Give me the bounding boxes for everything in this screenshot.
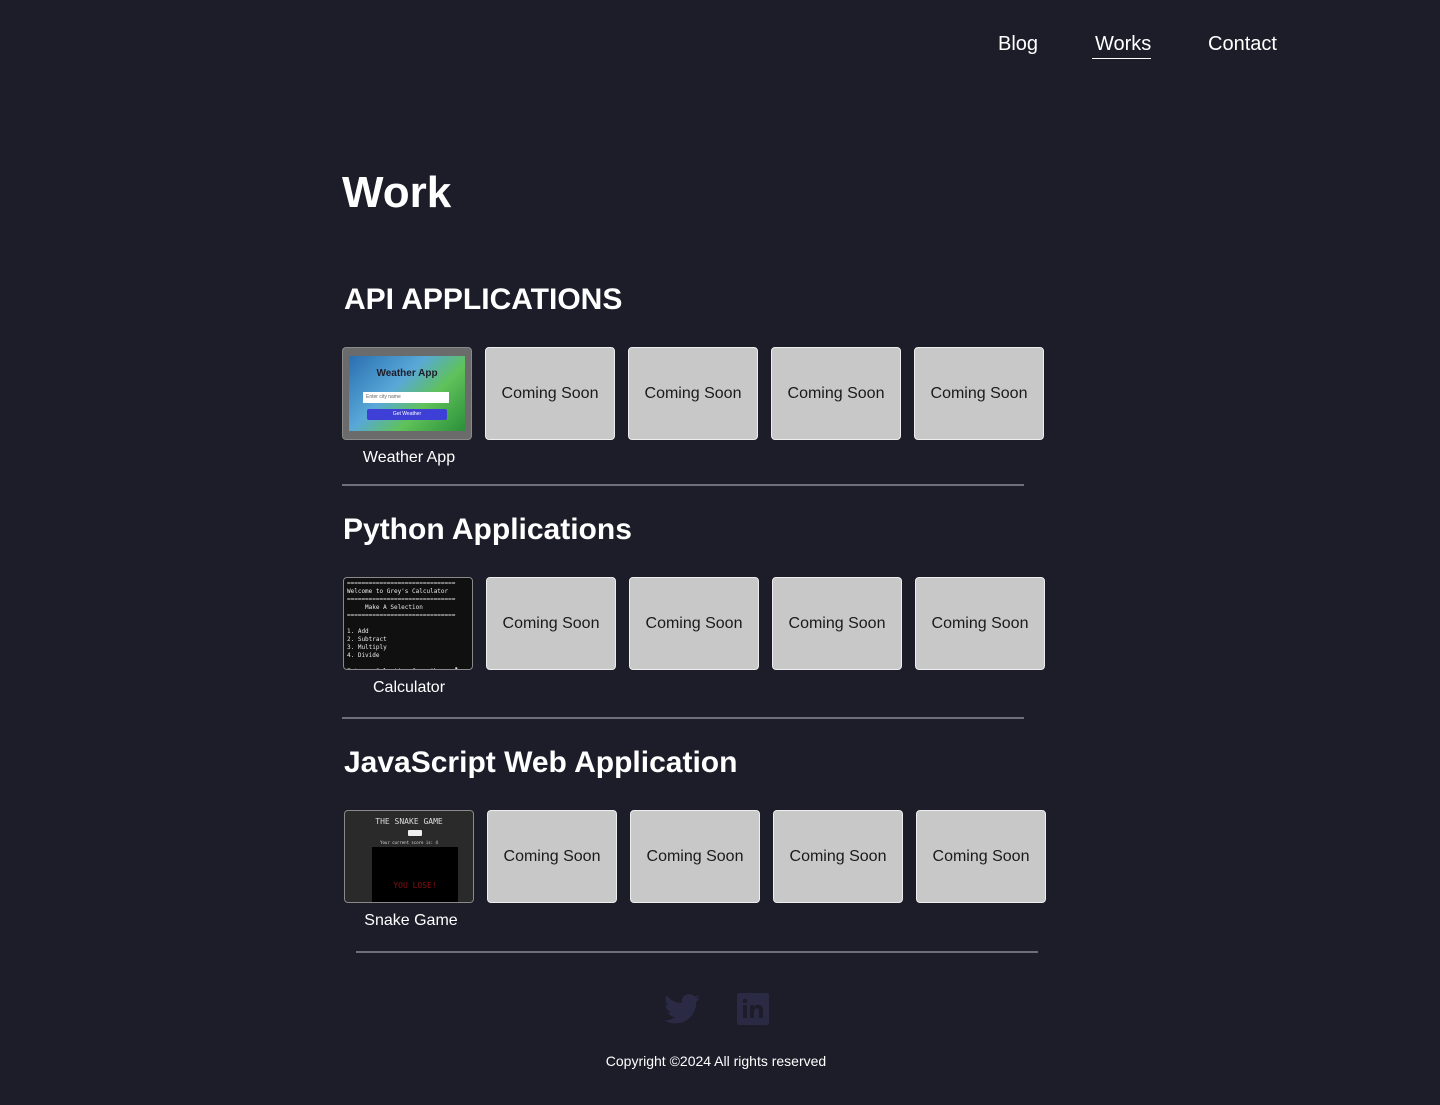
thumbnail-button: Get Weather xyxy=(367,409,447,420)
coming-soon-card[interactable]: Coming Soon xyxy=(630,810,760,903)
coming-soon-card[interactable]: Coming Soon xyxy=(487,810,617,903)
nav-active-underline xyxy=(1092,58,1151,59)
section-divider xyxy=(342,717,1024,719)
calculator-line: 3. Multiply xyxy=(347,644,387,651)
project-row-python: ============================== Welcome to… xyxy=(343,577,1063,673)
nav-link-blog[interactable]: Blog xyxy=(998,30,1038,58)
section-divider xyxy=(356,951,1038,953)
coming-soon-card[interactable]: Coming Soon xyxy=(916,810,1046,903)
calculator-line: Make A Selection xyxy=(347,604,423,611)
calculator-line: Enter a Selection from Above: ▌ xyxy=(347,668,469,669)
thumbnail-lose-text: YOU LOSE! xyxy=(393,881,437,890)
coming-soon-card[interactable]: Coming Soon xyxy=(914,347,1044,440)
linkedin-icon[interactable] xyxy=(737,993,769,1030)
calculator-line: 4. Divide xyxy=(347,652,380,659)
calculator-line: 2. Subtract xyxy=(347,636,387,643)
copyright-text: Copyright ©2024 All rights reserved xyxy=(605,1053,827,1069)
thumbnail-title: Weather App xyxy=(376,368,438,379)
calculator-line xyxy=(347,620,469,628)
calculator-line xyxy=(347,660,469,668)
weather-app-thumbnail: Weather App Enter city name Get Weather xyxy=(349,356,465,431)
project-caption-calculator[interactable]: Calculator xyxy=(343,678,475,698)
coming-soon-card[interactable]: Coming Soon xyxy=(773,810,903,903)
project-card-calculator[interactable]: ============================== Welcome to… xyxy=(343,577,473,670)
calculator-line: 1. Add xyxy=(347,628,369,635)
twitter-icon[interactable] xyxy=(664,993,700,1030)
section-divider xyxy=(342,484,1024,486)
thumbnail-canvas: YOU LOSE! xyxy=(372,847,458,902)
thumbnail-title: THE SNAKE GAME xyxy=(375,817,443,826)
snake-game-thumbnail: THE SNAKE GAME Your current score is: 4 … xyxy=(345,811,473,902)
calculator-line: Welcome to Grey's Calculator xyxy=(347,588,449,595)
coming-soon-card[interactable]: Coming Soon xyxy=(628,347,758,440)
section-title-python: Python Applications xyxy=(343,513,632,546)
project-caption-snake-game[interactable]: Snake Game xyxy=(345,911,477,931)
thumbnail-input: Enter city name xyxy=(363,392,449,403)
works-page: Blog Works Contact Work API APPLICATIONS… xyxy=(0,0,1440,1105)
nav-link-works[interactable]: Works xyxy=(1095,30,1151,58)
coming-soon-card[interactable]: Coming Soon xyxy=(771,347,901,440)
coming-soon-card[interactable]: Coming Soon xyxy=(629,577,759,670)
project-row-javascript: THE SNAKE GAME Your current score is: 4 … xyxy=(344,810,1064,906)
section-title-javascript: JavaScript Web Application xyxy=(344,746,738,779)
calculator-line: ============================== xyxy=(347,612,456,619)
thumbnail-score: Your current score is: 4 xyxy=(380,840,438,845)
page-title: Work xyxy=(342,168,452,217)
calculator-line: ============================== xyxy=(347,580,456,587)
project-card-weather-app[interactable]: Weather App Enter city name Get Weather xyxy=(342,347,472,440)
coming-soon-card[interactable]: Coming Soon xyxy=(486,577,616,670)
coming-soon-card[interactable]: Coming Soon xyxy=(485,347,615,440)
top-nav: Blog Works Contact xyxy=(0,30,1440,62)
calculator-thumbnail: ============================== Welcome to… xyxy=(344,578,472,669)
thumbnail-button xyxy=(408,830,422,836)
calculator-line: ============================== xyxy=(347,596,456,603)
project-caption-weather-app[interactable]: Weather App xyxy=(343,448,475,468)
coming-soon-card[interactable]: Coming Soon xyxy=(772,577,902,670)
project-row-api: Weather App Enter city name Get Weather … xyxy=(342,347,1062,443)
section-title-api: API APPLICATIONS xyxy=(344,283,623,316)
project-card-snake-game[interactable]: THE SNAKE GAME Your current score is: 4 … xyxy=(344,810,474,903)
nav-link-contact[interactable]: Contact xyxy=(1208,30,1277,58)
coming-soon-card[interactable]: Coming Soon xyxy=(915,577,1045,670)
